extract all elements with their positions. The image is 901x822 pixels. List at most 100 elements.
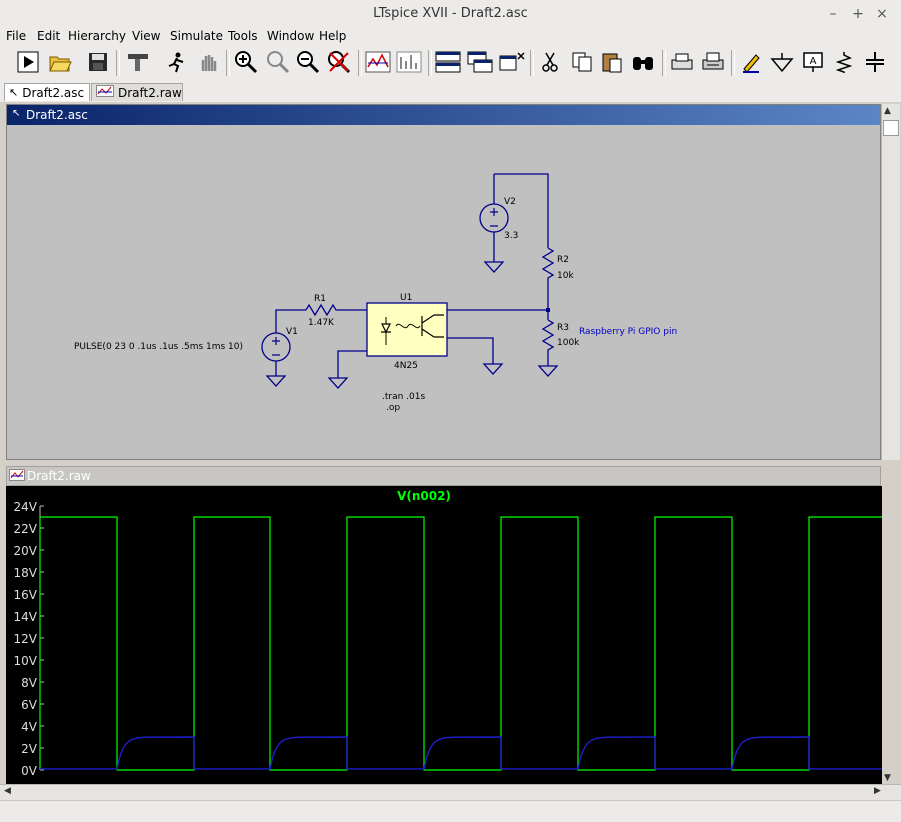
tab-draft2-raw[interactable]: Draft2.raw [91,83,183,101]
waveform-window-titlebar[interactable] [6,466,881,486]
schematic-icon: ↖ [9,86,19,99]
ground-icon[interactable] [768,48,796,76]
v1-pulse-value[interactable]: PULSE(0 23 0 .1us .1us .5ms 1ms 10) [74,342,243,352]
autorange-icon[interactable] [364,48,392,76]
pan-hand-icon[interactable] [194,48,222,76]
series-response-line[interactable] [40,736,882,770]
menu-help[interactable]: Help [319,29,346,43]
fft-icon[interactable] [395,48,423,76]
y-tick-label: 2V [21,742,38,756]
tab-label: Draft2.raw [118,85,182,100]
scroll-down-icon[interactable]: ▼ [884,773,891,783]
waveform-plot[interactable]: V(n002) 24V 22V 20V 18V 16V 14V 12V 10V 8V 6V 4V 2V… [6,486,882,784]
menu-hierarchy[interactable]: Hierarchy [68,29,126,43]
halt-icon[interactable] [162,48,190,76]
y-tick-label: 22V [14,522,38,536]
waveform-icon [96,85,114,100]
control-panel-icon[interactable] [124,48,152,76]
pencil-icon[interactable] [737,48,765,76]
resistor-icon[interactable] [830,48,858,76]
window-title: LTspice XVII - Draft2.asc [373,6,528,21]
spice-directive-tran[interactable]: .tran .01s [382,392,425,402]
menu-tools[interactable]: Tools [228,29,258,43]
u1-optocoupler[interactable] [366,302,448,357]
y-tick-label: 20V [14,544,38,558]
y-tick-label: 10V [14,654,38,668]
vertical-scrollbar[interactable]: ▲ [881,104,900,460]
r2-value[interactable]: 10k [557,271,574,281]
horizontal-scrollbar[interactable]: ◀ ▶ ▼ [0,773,901,801]
tab-draft2-asc[interactable]: ↖ Draft2.asc [4,83,90,101]
y-tick-label: 12V [14,632,38,646]
toolbar-separator [226,50,230,76]
toolbar-separator [116,50,120,76]
y-tick-label: 16V [14,588,38,602]
zoom-out-icon[interactable] [294,48,322,76]
toolbar-separator [358,50,362,76]
y-tick-label: 8V [21,676,38,690]
r3-name[interactable]: R3 [557,323,569,333]
net-label-gpio[interactable]: Raspberry Pi GPIO pin [579,327,677,337]
open-icon[interactable] [46,48,74,76]
toolbar-separator [731,50,735,76]
toolbar-separator [662,50,666,76]
save-icon[interactable] [84,48,112,76]
print-preview-icon[interactable] [668,48,696,76]
scroll-thumb[interactable] [883,120,899,136]
minimize-button[interactable]: – [824,5,842,23]
cascade-windows-icon[interactable] [466,48,494,76]
zoom-area-icon[interactable] [264,48,292,76]
y-tick-label: 24V [14,500,38,514]
plot-traces [39,516,882,771]
paste-icon[interactable] [598,48,626,76]
scroll-right-icon[interactable]: ▶ [874,786,881,796]
r1-name[interactable]: R1 [314,294,326,304]
close-button[interactable]: × [873,5,891,23]
schematic-icon: ↖ [12,108,21,119]
zoom-cancel-icon[interactable] [325,48,353,76]
v2-name[interactable]: V2 [504,197,516,207]
copy-icon[interactable] [568,48,596,76]
capacitor-icon[interactable] [861,48,889,76]
label-net-icon[interactable]: A [799,48,827,76]
waveform-window-title: Draft2.raw [27,469,91,483]
u1-name[interactable]: U1 [400,293,412,303]
menu-view[interactable]: View [132,29,160,43]
menu-edit[interactable]: Edit [37,29,60,43]
find-icon[interactable] [629,48,657,76]
tile-windows-icon[interactable] [434,48,462,76]
spice-directive-op[interactable]: .op [386,403,400,413]
scroll-up-icon[interactable]: ▲ [884,106,891,116]
y-tick-label: 4V [21,720,38,734]
schematic-canvas[interactable]: V2 3.3 R2 10k R1 1.47K U1 4N25 R3 100k V… [10,126,880,458]
y-tick-label: 18V [14,566,38,580]
schematic-window-title: Draft2.asc [26,108,88,122]
y-tick-label: 14V [14,610,38,624]
zoom-in-icon[interactable] [232,48,260,76]
run-icon[interactable] [14,48,42,76]
print-icon[interactable] [699,48,727,76]
menu-window[interactable]: Window [267,29,314,43]
chart-title[interactable]: V(n002) [397,489,451,503]
toolbar-separator [530,50,534,76]
y-tick-label: 6V [21,698,38,712]
r1-value[interactable]: 1.47K [308,318,335,328]
y-tick-label: 0V [21,764,38,778]
menu-simulate[interactable]: Simulate [170,29,223,43]
schematic-window-titlebar[interactable] [7,105,880,125]
scroll-left-icon[interactable]: ◀ [4,786,11,796]
close-windows-icon[interactable] [498,48,526,76]
maximize-button[interactable]: + [849,5,867,23]
r3-value[interactable]: 100k [557,338,580,348]
v1-name[interactable]: V1 [286,327,298,337]
toolbar-separator [428,50,432,76]
r2-name[interactable]: R2 [557,255,569,265]
status-bar [0,800,901,822]
waveform-icon [9,469,25,484]
u1-value[interactable]: 4N25 [394,361,418,371]
series-v-n002-line[interactable] [39,516,882,771]
menu-file[interactable]: File [6,29,26,43]
v2-value[interactable]: 3.3 [504,231,518,241]
junction-dot [546,308,550,312]
cut-icon[interactable] [536,48,564,76]
